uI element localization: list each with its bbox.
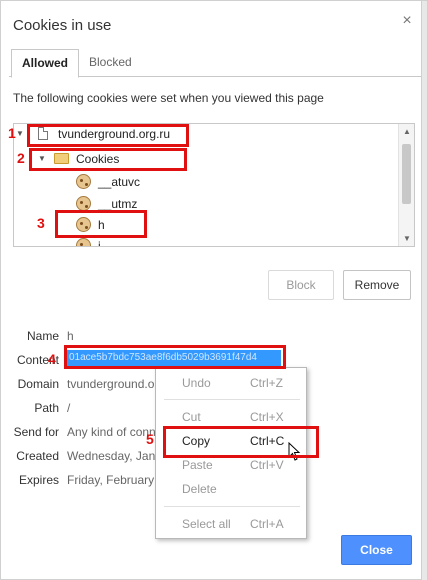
annotation-number: 1 — [8, 125, 16, 141]
close-button[interactable]: Close — [341, 535, 412, 565]
created-label: Created — [16, 449, 59, 463]
remove-button[interactable]: Remove — [343, 270, 411, 300]
allowed-description: The following cookies were set when you … — [13, 91, 324, 105]
annotation-box-cookie — [55, 210, 147, 238]
expires-label: Expires — [18, 473, 59, 487]
annotation-box-content — [64, 345, 286, 369]
background-window-edge — [421, 1, 427, 580]
dialog-title: Cookies in use — [13, 17, 112, 34]
name-label: Name — [26, 329, 59, 343]
tree-item-label: __atuvc — [98, 175, 141, 189]
block-button[interactable]: Block — [268, 270, 334, 300]
annotation-box-copy — [163, 426, 319, 458]
annotation-number: 5 — [146, 431, 154, 447]
annotation-number: 3 — [37, 215, 45, 231]
expires-value: Friday, February — [67, 473, 155, 487]
path-value: / — [67, 401, 71, 415]
cookie-icon — [76, 174, 91, 189]
annotation-box-site — [27, 124, 189, 147]
created-value: Wednesday, Janu — [67, 449, 162, 463]
menu-separator — [164, 506, 300, 507]
sendfor-value: Any kind of conn — [67, 425, 156, 439]
cookies-dialog: Cookies in use × Allowed Blocked The fol… — [0, 0, 428, 580]
domain-label: Domain — [17, 377, 59, 391]
scroll-up-icon[interactable]: ▲ — [403, 127, 411, 136]
close-icon[interactable]: × — [399, 13, 415, 29]
sendfor-label: Send for — [13, 425, 59, 439]
tree-scrollbar[interactable]: ▲ ▼ — [398, 124, 414, 246]
tab-blocked[interactable]: Blocked — [79, 49, 142, 77]
menu-item-select-all[interactable]: Select all Ctrl+A — [156, 513, 308, 535]
menu-item-cut[interactable]: Cut Ctrl+X — [156, 406, 308, 428]
tab-allowed[interactable]: Allowed — [11, 49, 80, 78]
cookie-icon — [76, 238, 91, 246]
annotation-box-folder — [29, 148, 187, 171]
menu-item-delete[interactable]: Delete — [156, 478, 308, 500]
scrollbar-thumb[interactable] — [402, 144, 411, 204]
path-label: Path — [34, 401, 59, 415]
tree-item-cookie[interactable]: __atuvc — [14, 172, 398, 192]
annotation-number: 2 — [17, 150, 25, 166]
scroll-down-icon[interactable]: ▼ — [403, 234, 411, 243]
menu-item-undo[interactable]: Undo Ctrl+Z — [156, 372, 308, 394]
annotation-number: 4 — [48, 351, 56, 367]
name-value: h — [67, 329, 74, 343]
menu-separator — [164, 399, 300, 400]
cookie-icon — [76, 196, 91, 211]
tab-bar: Allowed Blocked — [9, 49, 421, 78]
domain-value: tvunderground.o — [67, 377, 155, 391]
expander-open-icon[interactable]: ▼ — [16, 124, 24, 144]
